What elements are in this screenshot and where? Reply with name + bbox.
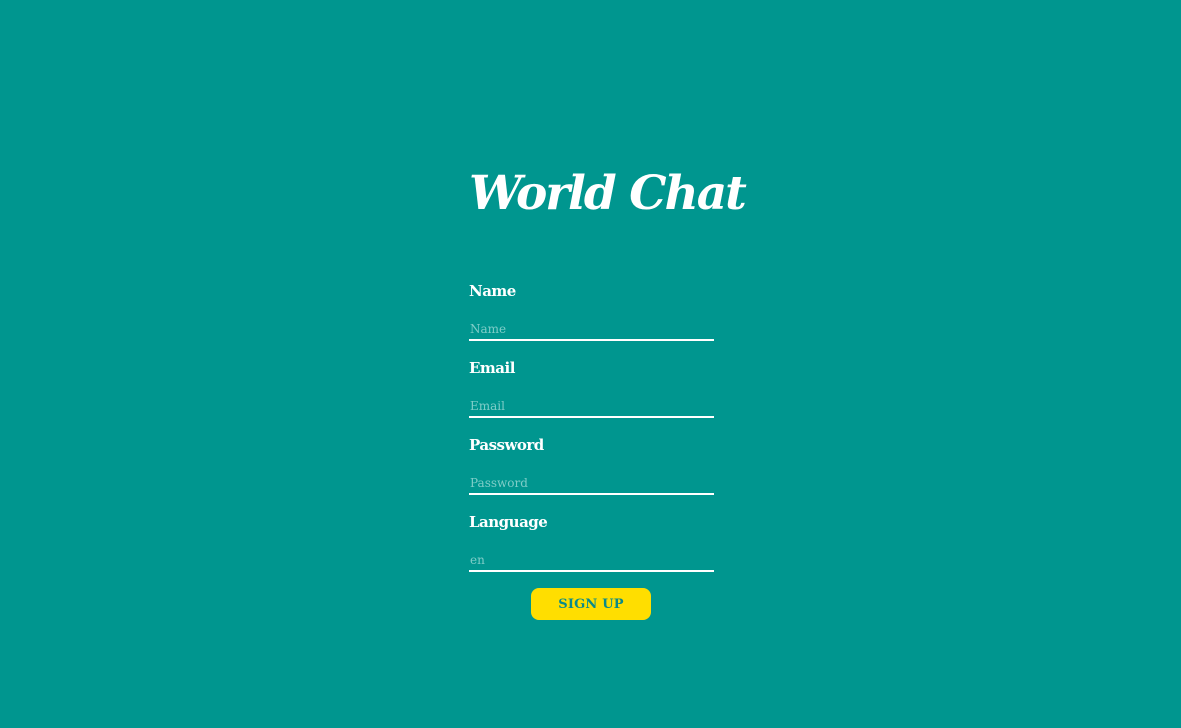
language-field-group: Language xyxy=(469,511,714,588)
password-input[interactable] xyxy=(469,473,714,495)
name-field-group: Name xyxy=(469,280,714,357)
signup-form: Name Email Password Language xyxy=(469,280,714,588)
app-logo: World Chat xyxy=(469,166,747,221)
language-input[interactable] xyxy=(469,550,714,572)
email-input[interactable] xyxy=(469,396,714,418)
email-label: Email xyxy=(469,359,515,377)
signup-page: World Chat Name Email Password Language … xyxy=(0,0,1181,728)
name-label: Name xyxy=(469,282,516,300)
name-input[interactable] xyxy=(469,319,714,341)
email-field-group: Email xyxy=(469,357,714,434)
password-label: Password xyxy=(469,436,544,454)
language-label: Language xyxy=(469,513,548,531)
password-field-group: Password xyxy=(469,434,714,511)
sign-up-button[interactable]: SIGN UP xyxy=(531,588,651,620)
